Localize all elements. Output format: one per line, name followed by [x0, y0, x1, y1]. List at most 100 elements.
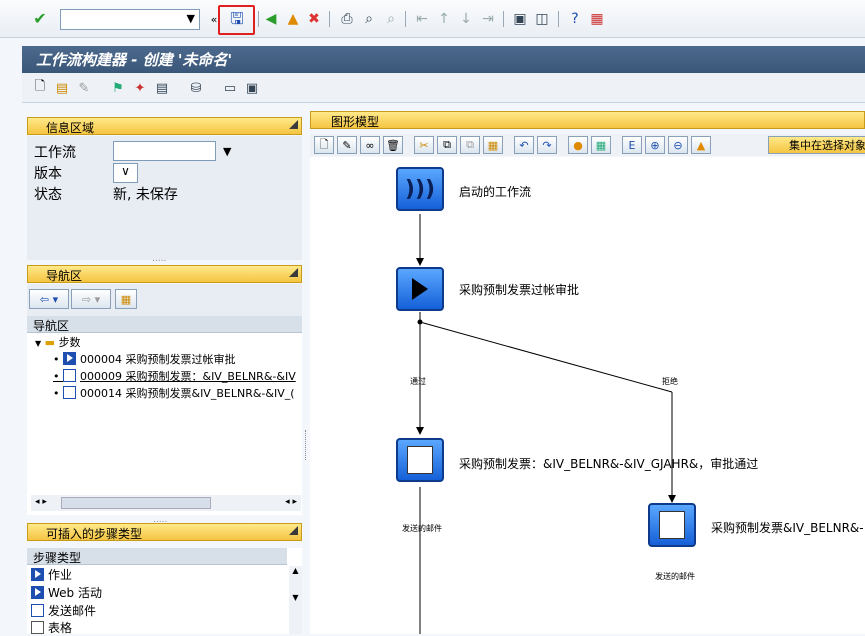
find-next-icon[interactable]: ⌕	[382, 10, 400, 28]
save-icon[interactable]: 🖫	[228, 10, 246, 28]
cut-icon[interactable]: ✂	[414, 136, 434, 154]
workflow-canvas: ))) 启动的工作流 采购预制发票过帐审批 通过 拒绝 采购预制发票：&IV_B…	[310, 157, 865, 634]
magic-wand-icon[interactable]: ✦	[132, 80, 148, 96]
tree-item[interactable]: • 000014 采购预制发票&IV_BELNR&-&IV_(	[53, 386, 295, 402]
workflow-input[interactable]	[113, 141, 216, 161]
expand-corner-icon[interactable]	[289, 268, 298, 277]
nav-forward-button[interactable]: ⇨ ▾	[71, 289, 111, 309]
focus-selected-button[interactable]: 集中在选择对象	[768, 136, 865, 154]
enter-check-icon[interactable]: ✔	[31, 10, 49, 28]
landscape-icon[interactable]: ▲	[691, 136, 711, 154]
trash-icon[interactable]: 🗑	[383, 136, 403, 154]
first-page-icon[interactable]: ⇤	[413, 10, 431, 28]
paste-icon[interactable]: ⧉	[460, 136, 480, 154]
copy-icon[interactable]: ⧉	[437, 136, 457, 154]
document-icon[interactable]: ▤	[154, 80, 170, 96]
start-signal-icon: )))	[404, 176, 436, 202]
info-area-header[interactable]: 信息区域	[27, 117, 302, 135]
prev-page-icon[interactable]: ↑	[435, 10, 453, 28]
mail-caption: 发送的邮件	[402, 524, 442, 533]
overview-icon[interactable]: ▦	[591, 136, 611, 154]
nav-back-button[interactable]: ⇦ ▾	[29, 289, 69, 309]
insert-icon[interactable]: ▦	[483, 136, 503, 154]
graphic-toolbar: 🗋 ✎ ∞ 🗑 ✂ ⧉ ⧉ ▦ ↶ ↷ ● ▦ E ⊕ ⊖ ▲ 集中在选择对象	[310, 134, 865, 156]
dropdown-arrow-icon[interactable]: ▼	[187, 12, 195, 25]
edit-icon[interactable]: ✎	[76, 80, 92, 96]
form-icon	[31, 621, 44, 634]
activate-icon[interactable]: ⚑	[110, 80, 126, 96]
window-icon[interactable]: ▣	[244, 80, 260, 96]
expand-corner-icon[interactable]	[289, 120, 298, 129]
play-icon	[412, 278, 428, 300]
tree-root[interactable]: ▼ ▬ 步数	[35, 335, 81, 351]
approval-activity-node[interactable]	[396, 267, 444, 311]
application-toolbar: 🗋 ▤ ✎ ⚑ ✦ ▤ ⛁ ▭ ▣	[22, 73, 865, 103]
workflow-dropdown-icon[interactable]: ▼	[223, 145, 231, 158]
edge-label-approve: 通过	[410, 377, 426, 386]
vertical-scrollbar[interactable]: ▲ ▼	[289, 566, 302, 634]
status-label: 状态	[34, 187, 62, 203]
mail-icon	[659, 511, 685, 539]
step-types-column-header: 步骤类型	[27, 548, 287, 565]
step-type-mail[interactable]: 发送邮件	[31, 603, 96, 619]
start-workflow-node[interactable]: )))	[396, 167, 444, 211]
next-page-icon[interactable]: ↓	[457, 10, 475, 28]
back-icon[interactable]: ◀	[262, 10, 280, 28]
exit-icon[interactable]: ▲	[284, 10, 302, 28]
cancel-icon[interactable]: ✖	[305, 10, 323, 28]
new-document-icon[interactable]: 🗋	[32, 79, 48, 96]
info-area: 工作流 ▼ 版本 ∨ 状态 新, 未保存 .....	[27, 136, 302, 264]
vertical-splitter[interactable]	[305, 430, 308, 460]
pencil-icon[interactable]: ✎	[337, 136, 357, 154]
test-icon[interactable]: ⛁	[188, 80, 204, 96]
step-type-web[interactable]: Web 活动	[31, 585, 102, 601]
step-types-list: 步骤类型 作业 Web 活动 发送邮件 表格 ▲ ▼	[27, 548, 302, 635]
command-field[interactable]: ▼	[60, 9, 200, 30]
page-title: 工作流构建器 - 创建 '未命名'	[22, 46, 865, 73]
version-dropdown[interactable]: ∨	[113, 163, 138, 183]
node-label: 采购预制发票&IV_BELNR&-	[711, 521, 864, 535]
open-folder-icon[interactable]: ▤	[54, 80, 70, 96]
shortcut-icon[interactable]: ◫	[533, 10, 551, 28]
nav-area-header[interactable]: 导航区	[27, 265, 302, 283]
send-mail-node-approved[interactable]	[396, 438, 444, 482]
mail-icon	[63, 386, 76, 399]
node-label: 启动的工作流	[459, 185, 532, 199]
customize-layout-icon[interactable]: ▦	[588, 10, 606, 28]
status-value: 新, 未保存	[113, 187, 178, 203]
layout-icon[interactable]: ▭	[222, 80, 238, 96]
mail-icon	[31, 604, 44, 617]
zoom-out-icon[interactable]: ⊖	[668, 136, 688, 154]
graphic-model-header[interactable]: 图形模型	[310, 111, 865, 129]
new-session-icon[interactable]: ▣	[511, 10, 529, 28]
step-types-header[interactable]: 可插入的步骤类型	[27, 523, 302, 541]
activity-icon	[31, 568, 44, 581]
tree-item[interactable]: • 000009 采购预制发票：&IV_BELNR&-&IV	[53, 369, 296, 385]
find-icon[interactable]: ⌕	[360, 10, 378, 28]
expand-corner-icon[interactable]	[289, 526, 298, 535]
help-icon[interactable]: ?	[566, 10, 584, 28]
zoom-in-icon[interactable]: ⊕	[645, 136, 665, 154]
mail-icon	[407, 446, 433, 474]
splitter-handle[interactable]: .....	[152, 254, 166, 264]
align-icon[interactable]: E	[622, 136, 642, 154]
horizontal-scrollbar[interactable]: ◂ ▸ ◂ ▸	[31, 495, 301, 511]
send-mail-node-rejected[interactable]	[648, 503, 696, 547]
redo-icon[interactable]: ↷	[537, 136, 557, 154]
fruit-icon[interactable]: ●	[568, 136, 588, 154]
new-icon[interactable]: 🗋	[314, 136, 334, 154]
last-page-icon[interactable]: ⇥	[479, 10, 497, 28]
edge-label-reject: 拒绝	[662, 377, 678, 386]
node-label: 采购预制发票：&IV_BELNR&-&IV_GJAHR&，审批通过	[459, 457, 759, 471]
tree-item[interactable]: • 000004 采购预制发票过帐审批	[53, 352, 236, 368]
glasses-icon[interactable]: ∞	[360, 136, 380, 154]
step-type-activity[interactable]: 作业	[31, 567, 72, 583]
nav-tree-button[interactable]: ▦	[115, 289, 137, 309]
print-icon[interactable]: ⎙	[338, 10, 356, 28]
version-label: 版本	[34, 166, 62, 182]
activity-icon	[63, 352, 76, 365]
nav-tree-header: 导航区	[27, 316, 302, 333]
undo-icon[interactable]: ↶	[514, 136, 534, 154]
mail-caption: 发送的邮件	[655, 572, 695, 581]
web-activity-icon	[31, 586, 44, 599]
